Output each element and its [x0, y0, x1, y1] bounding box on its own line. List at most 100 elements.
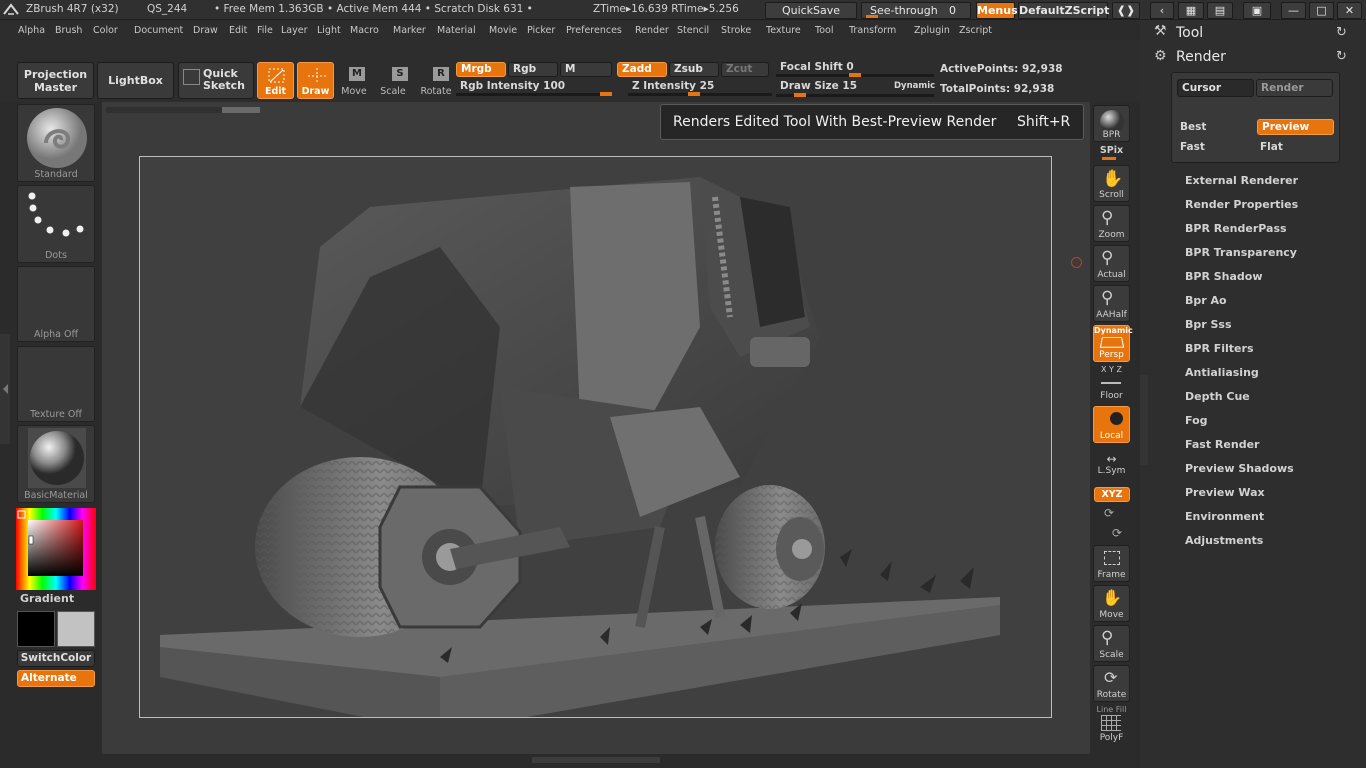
menu-texture[interactable]: Texture — [766, 25, 801, 36]
focal-shift-slider[interactable]: Focal Shift 0 — [776, 60, 934, 78]
menu-render[interactable]: Render — [635, 25, 669, 36]
document-canvas[interactable] — [139, 156, 1052, 732]
menus-button[interactable]: Menus — [976, 2, 1018, 19]
tool-refresh-icon[interactable]: ↻ — [1336, 25, 1347, 40]
menu-marker[interactable]: Marker — [393, 25, 426, 36]
bpr-renderpass-item[interactable]: BPR RenderPass — [1185, 222, 1287, 235]
menu-file[interactable]: File — [257, 25, 273, 36]
menu-stencil[interactable]: Stencil — [677, 25, 709, 36]
alpha-slot[interactable]: Alpha Off — [17, 266, 95, 342]
menu-draw[interactable]: Draw — [193, 25, 218, 36]
zoom-button[interactable]: ⚲ Zoom — [1093, 205, 1130, 242]
scroll-button[interactable]: ✋ Scroll — [1093, 165, 1130, 202]
gradient-label[interactable]: Gradient — [20, 592, 74, 605]
persp-button[interactable]: Dynamic Persp — [1093, 325, 1133, 362]
local-button[interactable]: Local — [1093, 406, 1130, 443]
actual-button[interactable]: ⚲ Actual — [1093, 245, 1130, 282]
fog-item[interactable]: Fog — [1185, 414, 1208, 427]
menu-preferences[interactable]: Preferences — [566, 25, 622, 36]
xyz-rotate-button[interactable]: XYZ — [1094, 487, 1130, 502]
rgb-intensity-slider[interactable]: Rgb Intensity 100 — [456, 80, 616, 96]
edit-mode-button[interactable]: Edit — [257, 62, 294, 99]
see-through-slider[interactable]: See-through 0 — [861, 2, 971, 19]
bpr-transparency-item[interactable]: BPR Transparency — [1185, 246, 1297, 259]
layout-alt-icon[interactable]: ▤ — [1207, 2, 1233, 19]
external-renderer-item[interactable]: External Renderer — [1185, 174, 1298, 187]
rotate-y-icon[interactable]: ⟳ — [1104, 506, 1114, 520]
menu-picker[interactable]: Picker — [527, 25, 555, 36]
zcut-toggle[interactable]: Zcut — [721, 62, 769, 77]
mrgb-toggle[interactable]: Mrgb — [456, 62, 506, 77]
maximize-icon[interactable]: □ — [1309, 2, 1334, 19]
menu-color[interactable]: Color — [93, 25, 118, 36]
menu-zplugin[interactable]: Zplugin — [914, 25, 950, 36]
fast-option[interactable]: Fast — [1180, 141, 1205, 153]
move-mode-button[interactable]: M Move — [338, 62, 370, 99]
frame-button[interactable]: Frame — [1093, 545, 1130, 582]
bpr-shadow-item[interactable]: BPR Shadow — [1185, 270, 1263, 283]
material-slot[interactable]: BasicMaterial — [17, 425, 95, 503]
menu-document[interactable]: Document — [134, 25, 183, 36]
scroll-left-icon[interactable]: ‹ — [1150, 2, 1174, 19]
alternate-button[interactable]: Alternate — [17, 670, 95, 687]
layout-icon[interactable]: ▦ — [1178, 2, 1204, 19]
lightbox-button[interactable]: LightBox — [97, 62, 174, 99]
render-properties-item[interactable]: Render Properties — [1185, 198, 1298, 211]
bottom-tray-handle[interactable] — [532, 757, 660, 763]
draw-size-slider[interactable]: Draw Size 15 Dynamic — [776, 80, 935, 98]
bpr-render-button[interactable]: BPR — [1093, 105, 1130, 142]
palette-collapse-handle[interactable] — [1140, 375, 1148, 465]
render-refresh-icon[interactable]: ↻ — [1336, 49, 1347, 64]
scale-mode-button[interactable]: S Scale — [377, 62, 409, 99]
move-view-button[interactable]: ✋ Move — [1093, 585, 1130, 622]
texture-slot[interactable]: Texture Off — [17, 346, 95, 422]
lock-icon[interactable]: ▣ — [1243, 2, 1271, 19]
render-palette-header[interactable]: Render — [1176, 49, 1226, 65]
stroke-slot[interactable]: Dots — [17, 185, 95, 263]
menu-edit[interactable]: Edit — [229, 25, 247, 36]
left-shelf-collapse-handle[interactable] — [0, 334, 10, 444]
switch-color-button[interactable]: SwitchColor — [17, 650, 95, 667]
quick-sketch-button[interactable]: Quick Sketch — [178, 62, 254, 99]
bpr-ao-item[interactable]: Bpr Ao — [1185, 294, 1227, 307]
menu-material[interactable]: Material — [437, 25, 476, 36]
preview-option[interactable]: Preview — [1257, 119, 1334, 135]
menu-macro[interactable]: Macro — [350, 25, 379, 36]
dynamic-label[interactable]: Dynamic — [894, 81, 935, 91]
rotate-z-icon[interactable]: ⟳ — [1112, 526, 1122, 540]
menu-tool[interactable]: Tool — [815, 25, 833, 36]
brush-slot[interactable]: Standard — [17, 104, 95, 182]
menu-brush[interactable]: Brush — [55, 25, 82, 36]
depth-cue-item[interactable]: Depth Cue — [1185, 390, 1250, 403]
antialiasing-item[interactable]: Antialiasing — [1185, 366, 1259, 379]
flat-option[interactable]: Flat — [1260, 141, 1283, 153]
default-zscript-button[interactable]: DefaultZScript — [1018, 2, 1109, 19]
menu-alpha[interactable]: Alpha — [18, 25, 45, 36]
menu-layer[interactable]: Layer — [281, 25, 308, 36]
menu-movie[interactable]: Movie — [489, 25, 517, 36]
rotate-view-button[interactable]: ⟳ Rotate — [1093, 665, 1130, 702]
preview-wax-item[interactable]: Preview Wax — [1185, 486, 1265, 499]
menu-stroke[interactable]: Stroke — [721, 25, 751, 36]
quicksave-button[interactable]: QuickSave — [765, 2, 857, 19]
best-option[interactable]: Best — [1180, 121, 1206, 133]
m-toggle[interactable]: M — [560, 62, 612, 77]
lsym-button[interactable]: ↔ L.Sym — [1093, 452, 1130, 480]
tray-scroll-icon[interactable]: ❰❱ — [1112, 2, 1140, 19]
rgb-toggle[interactable]: Rgb — [508, 62, 558, 77]
rotate-mode-button[interactable]: R Rotate — [419, 62, 453, 99]
minimize-icon[interactable]: — — [1281, 2, 1306, 19]
polyf-button[interactable]: Line Fill PolyF — [1093, 705, 1130, 743]
tool-palette-header[interactable]: Tool — [1176, 25, 1203, 41]
menu-transform[interactable]: Transform — [849, 25, 896, 36]
projection-master-button[interactable]: Projection Master — [17, 62, 94, 99]
menu-zscript[interactable]: Zscript — [959, 25, 992, 36]
scale-view-button[interactable]: ⚲ Scale — [1093, 625, 1130, 662]
bpr-sss-item[interactable]: Bpr Sss — [1185, 318, 1232, 331]
cursor-button[interactable]: Cursor — [1177, 79, 1254, 97]
floor-button[interactable]: X Y Z Floor — [1093, 365, 1130, 402]
environment-item[interactable]: Environment — [1185, 510, 1264, 523]
secondary-color-swatch[interactable] — [57, 611, 95, 647]
zsub-toggle[interactable]: Zsub — [669, 62, 719, 77]
color-picker[interactable] — [16, 508, 96, 590]
